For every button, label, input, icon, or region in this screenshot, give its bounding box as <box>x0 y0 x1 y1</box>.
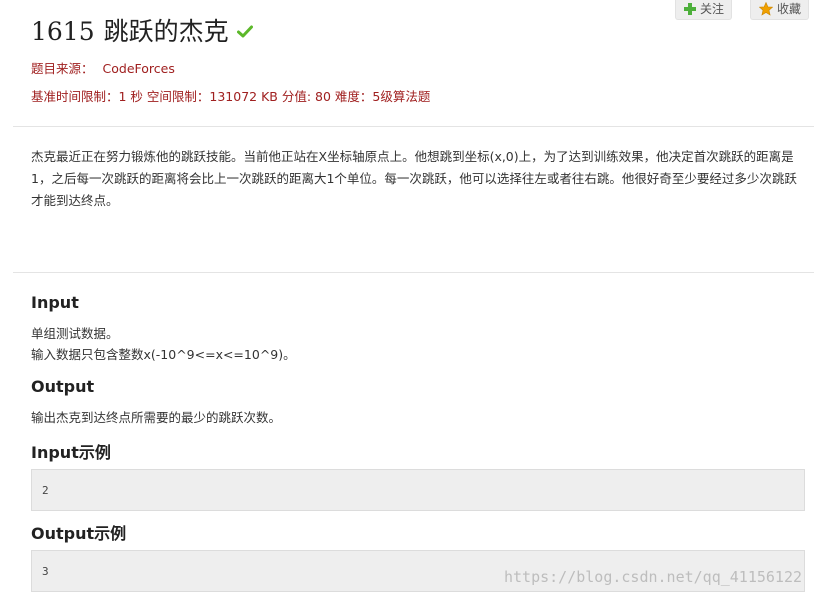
problem-limits: 基准时间限制：1 秒 空间限制：131072 KB 分值: 80 难度：5级算法… <box>31 89 431 104</box>
problem-description: 杰克最近正在努力锻炼他的跳跃技能。当前他正站在X坐标轴原点上。他想跳到坐标(x,… <box>31 149 797 208</box>
source-value: CodeForces <box>102 61 175 76</box>
output-title: Output <box>31 377 95 396</box>
top-actions: 关注 收藏 <box>674 0 809 20</box>
title-row: 1615 跳跃的杰克 <box>31 13 253 47</box>
plus-icon <box>683 2 696 15</box>
favorite-button[interactable]: 收藏 <box>749 0 809 20</box>
problem-id: 1615 <box>31 17 95 46</box>
output-line-1: 输出杰克到达终点所需要的最少的跳跃次数。 <box>31 410 282 425</box>
problem-source: 题目来源： CodeForces <box>31 58 175 77</box>
star-icon <box>758 1 773 16</box>
favorite-label: 收藏 <box>776 2 801 16</box>
page-title: 1615 跳跃的杰克 <box>31 12 229 48</box>
problem-header: 1615 跳跃的杰克 题目来源： CodeForces 基准时间限制：1 秒 空间限… <box>31 13 430 104</box>
follow-button[interactable]: 关注 <box>674 0 732 20</box>
follow-label: 关注 <box>699 2 724 16</box>
input-line-2: 输入数据只包含整数x(-10^9<=x<=10^9)。 <box>31 347 296 362</box>
header-divider <box>13 126 814 127</box>
check-icon <box>236 25 253 38</box>
source-label: 题目来源： <box>31 61 94 76</box>
description-divider <box>13 272 814 273</box>
problem-title: 跳跃的杰克 <box>103 17 229 46</box>
output-example-title: Output示例 <box>31 524 127 543</box>
input-line-1: 单组测试数据。 <box>31 326 119 341</box>
watermark: https://blog.csdn.net/qq_41156122 <box>503 568 802 586</box>
input-example-title: Input示例 <box>31 443 111 462</box>
input-title: Input <box>31 293 79 312</box>
input-example-box[interactable]: 2 <box>31 469 805 511</box>
